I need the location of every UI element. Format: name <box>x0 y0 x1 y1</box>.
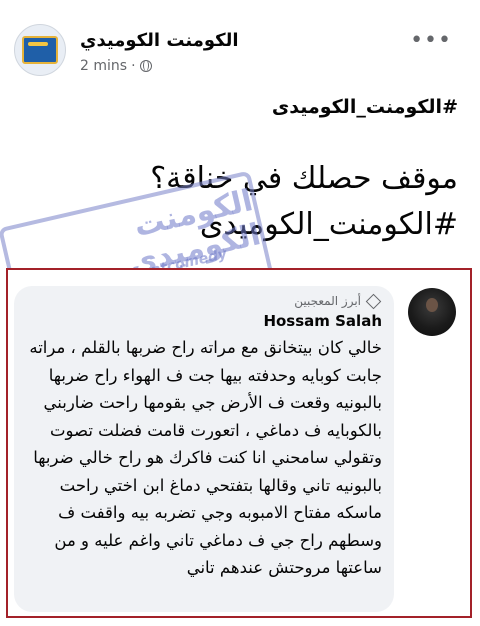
page-logo <box>22 36 58 64</box>
comment-bubble: أبرز المعجبين Hossam Salah خالي كان بيتخ… <box>14 286 394 612</box>
post-meta: 2 mins · <box>80 58 152 74</box>
highlighted-comment: أبرز المعجبين Hossam Salah خالي كان بيتخ… <box>6 268 472 618</box>
meta-separator: · <box>131 58 136 74</box>
commenter-avatar[interactable] <box>408 288 456 336</box>
headline-text: موقف حصلك في خناقة؟ #الكومنت_الكوميدى <box>150 161 458 242</box>
page-name[interactable]: الكومنت الكوميدي <box>80 30 239 51</box>
post-hashtag[interactable]: #الكومنت_الكوميدى <box>272 96 458 118</box>
post-headline: موقف حصلك في خناقة؟ #الكومنت_الكوميدى <box>18 156 458 248</box>
diamond-icon <box>365 293 382 309</box>
page-avatar[interactable] <box>14 24 66 76</box>
comment-text: خالي كان بيتخانق مع مراته راح ضربها بالق… <box>29 338 382 577</box>
comment-author[interactable]: Hossam Salah <box>24 312 382 330</box>
badge-label: أبرز المعجبين <box>294 294 361 308</box>
globe-icon <box>139 60 152 72</box>
post-header: الكومنت الكوميدي 2 mins · ••• <box>0 0 480 90</box>
more-options-icon[interactable]: ••• <box>410 28 452 53</box>
top-fan-badge: أبرز المعجبين <box>24 292 382 310</box>
post-time[interactable]: 2 mins <box>80 58 127 74</box>
